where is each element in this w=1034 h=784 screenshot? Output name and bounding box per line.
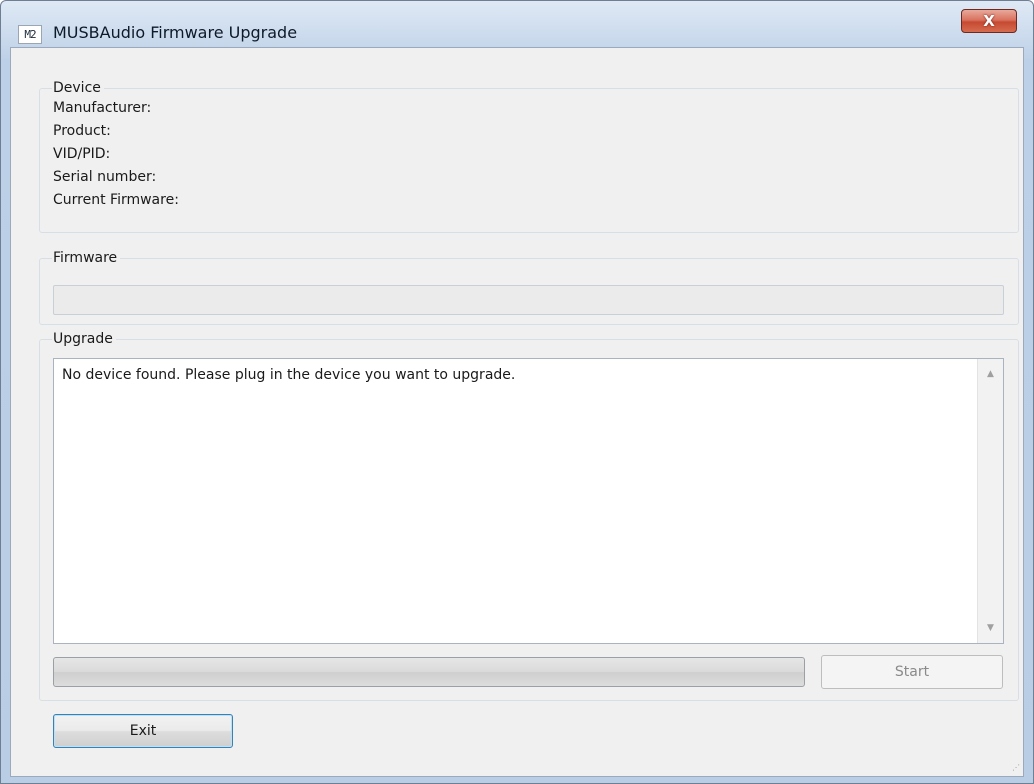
close-button[interactable]: X — [961, 9, 1017, 33]
upgrade-progress-bar — [53, 657, 805, 687]
start-button[interactable]: Start — [821, 655, 1003, 689]
manufacturer-label: Manufacturer: — [53, 100, 152, 116]
scroll-down-arrow-icon[interactable]: ▼ — [978, 617, 1003, 639]
log-scrollbar[interactable]: ▲ ▼ — [977, 359, 1003, 643]
dialog-body: Device Manufacturer: Product: VID/PID: S… — [10, 47, 1024, 777]
current-firmware-label: Current Firmware: — [53, 192, 179, 208]
scroll-up-arrow-icon[interactable]: ▲ — [978, 363, 1003, 385]
title-bar[interactable]: M2 MUSBAudio Firmware Upgrade X — [1, 1, 1033, 47]
window-title: MUSBAudio Firmware Upgrade — [53, 23, 298, 42]
upgrade-log-textarea[interactable]: No device found. Please plug in the devi… — [53, 358, 1004, 644]
resize-grip-icon[interactable]: ⋰ — [1010, 763, 1020, 773]
exit-button[interactable]: Exit — [53, 714, 233, 748]
device-group-caption: Device — [52, 79, 104, 97]
app-window: M2 MUSBAudio Firmware Upgrade X Device M… — [0, 0, 1034, 784]
device-group: Device Manufacturer: Product: VID/PID: S… — [39, 79, 1019, 233]
vid-pid-label: VID/PID: — [53, 146, 111, 162]
app-logo-icon: M2 — [18, 25, 42, 44]
firmware-group-caption: Firmware — [52, 249, 121, 267]
firmware-path-field[interactable] — [53, 285, 1004, 315]
upgrade-log-message: No device found. Please plug in the devi… — [62, 367, 516, 383]
upgrade-group-caption: Upgrade — [52, 330, 116, 348]
serial-number-label: Serial number: — [53, 169, 157, 185]
upgrade-group: Upgrade No device found. Please plug in … — [39, 330, 1019, 701]
firmware-group: Firmware — [39, 249, 1019, 325]
product-label: Product: — [53, 123, 111, 139]
